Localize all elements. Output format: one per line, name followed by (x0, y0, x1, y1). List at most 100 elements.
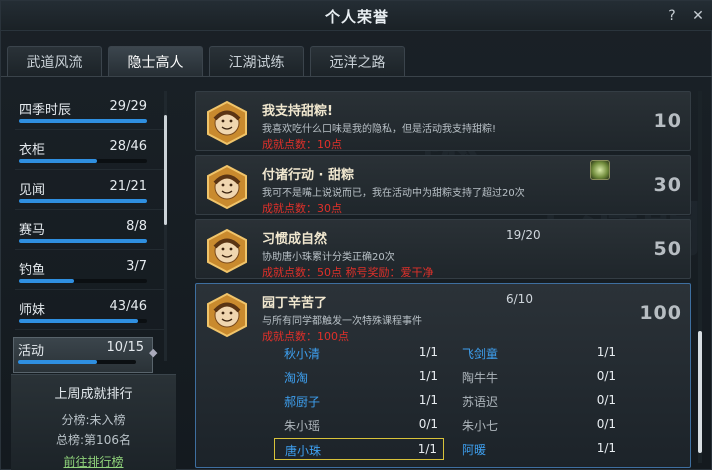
achievement-score: 100 (639, 302, 682, 324)
student-entry[interactable]: 郝厨子 1/1 (274, 390, 444, 412)
weekly-ranking-panel: 上周成就排行 分榜:未入榜 总榜:第106名 前往排行榜 (11, 374, 176, 470)
student-entry[interactable]: 阿暖 1/1 (452, 438, 622, 460)
ranking-sub: 分榜:未入榜 (61, 413, 126, 427)
category-item[interactable]: 衣柜 28/46 (15, 137, 165, 173)
help-button[interactable]: ? (663, 7, 681, 25)
achievement-score: 10 (653, 110, 682, 132)
student-value: 1/1 (417, 442, 437, 456)
student-name: 阿暖 (462, 443, 487, 457)
category-count: 21/21 (109, 179, 147, 194)
category-label: 赛马 (19, 223, 46, 238)
student-name: 唐小珠 (285, 444, 322, 458)
category-list: 四季时辰 29/29 衣柜 28/46 见闻 21/21 赛马 8/8 钓鱼 3… (7, 87, 177, 377)
category-progress (19, 199, 147, 203)
achievement-score: 30 (653, 174, 682, 196)
achievement-title: 我支持甜粽! (262, 104, 333, 119)
category-progress (18, 360, 136, 364)
achievement-points: 成就点数：50点 称号奖励：爱干净 (262, 266, 434, 279)
achievement-title: 付诸行动 · 甜粽 (262, 168, 354, 183)
tab-jianghu[interactable]: 江湖试练 (209, 46, 304, 76)
student-name: 飞剑童 (462, 347, 499, 361)
achievement-score: 50 (653, 238, 682, 260)
achievement-scrollbar[interactable] (698, 331, 702, 453)
student-name: 秋小清 (284, 347, 321, 361)
category-progress (19, 119, 147, 123)
student-value: 0/1 (418, 417, 438, 431)
student-entry[interactable]: 朱小七 0/1 (452, 414, 622, 436)
student-name: 淘淘 (284, 371, 309, 385)
category-item[interactable]: 见闻 21/21 (15, 177, 165, 213)
achievement-badge-icon (207, 164, 247, 210)
category-item[interactable]: 赛马 8/8 (15, 217, 165, 253)
honor-window: 隐 天涯明月刀 个人荣誉 ? ✕ 武道风流 隐士高人 江湖试练 远洋之路 四季时… (0, 0, 712, 470)
title-bar: 个人荣誉 ? ✕ (1, 1, 712, 31)
achievement-points: 成就点数：30点 (262, 202, 342, 215)
achievement-progress: 6/10 (506, 292, 533, 306)
category-label: 师妹 (19, 303, 46, 318)
achievement-points: 成就点数：10点 (262, 138, 342, 151)
student-value: 1/1 (418, 369, 438, 383)
category-progress (19, 319, 147, 323)
student-value: 1/1 (596, 441, 616, 455)
student-entry[interactable]: 淘淘 1/1 (274, 366, 444, 388)
category-scrollbar[interactable] (164, 115, 167, 225)
achievement-progress: 19/20 (506, 228, 541, 242)
student-value: 0/1 (596, 393, 616, 407)
category-label: 见闻 (19, 183, 46, 198)
category-item-selected[interactable]: 活动 10/15 (13, 337, 153, 373)
student-name: 陶牛牛 (462, 371, 499, 385)
achievement-title: 习惯成自然 (262, 232, 328, 247)
achievement-card[interactable]: 我支持甜粽! 我喜欢吃什么口味是我的隐私，但是活动我支持甜粽! 成就点数：10点… (195, 91, 691, 151)
achievement-list: 我支持甜粽! 我喜欢吃什么口味是我的隐私，但是活动我支持甜粽! 成就点数：10点… (191, 87, 711, 470)
achievement-desc: 我喜欢吃什么口味是我的隐私，但是活动我支持甜粽! (262, 124, 497, 135)
student-entry[interactable]: 唐小珠 1/1 (274, 438, 444, 460)
tab-yinshi[interactable]: 隐士高人 (108, 46, 203, 76)
category-label: 四季时辰 (19, 103, 72, 118)
tab-wudao[interactable]: 武道风流 (7, 46, 102, 76)
close-button[interactable]: ✕ (689, 7, 707, 25)
achievement-badge-icon (207, 292, 247, 338)
achievement-title: 园丁辛苦了 (262, 296, 328, 311)
student-name: 朱小瑶 (284, 419, 321, 433)
category-label: 活动 (18, 344, 45, 359)
achievement-card-expanded[interactable]: 园丁辛苦了 6/10 与所有同学都触发一次特殊课程事件 成就点数：100点 10… (195, 283, 691, 468)
category-count: 43/46 (109, 299, 147, 314)
category-progress (19, 159, 147, 163)
student-entry[interactable]: 苏语迟 0/1 (452, 390, 622, 412)
window-title: 个人荣誉 (324, 8, 389, 26)
category-count: 29/29 (109, 99, 147, 114)
student-name: 苏语迟 (462, 395, 499, 409)
achievement-badge-icon (207, 228, 247, 274)
achievement-card[interactable]: 习惯成自然 19/20 协助唐小珠累计分类正确20次 成就点数：50点 称号奖励… (195, 219, 691, 279)
student-entry[interactable]: 飞剑童 1/1 (452, 342, 622, 364)
category-progress (19, 239, 147, 243)
tab-bar: 武道风流 隐士高人 江湖试练 远洋之路 (7, 46, 405, 76)
student-value: 1/1 (418, 345, 438, 359)
student-entry[interactable]: 陶牛牛 0/1 (452, 366, 622, 388)
student-value: 1/1 (418, 393, 438, 407)
achievement-desc: 我可不是嘴上说说而已，我在活动中为甜粽支持了超过20次 (262, 188, 525, 199)
achievement-desc: 协助唐小珠累计分类正确20次 (262, 252, 395, 263)
ranking-total: 总榜:第106名 (56, 433, 131, 447)
category-count: 3/7 (126, 259, 147, 274)
achievement-reward: 称号奖励：爱干净 (345, 266, 434, 279)
category-item[interactable]: 钓鱼 3/7 (15, 257, 165, 293)
student-grid: 秋小清 1/1 飞剑童 1/1 淘淘 1/1 陶牛牛 0/1 郝厨子 1/1 苏语迟 0/1… (274, 342, 690, 470)
student-name: 朱小七 (462, 419, 499, 433)
reward-item-icon[interactable] (590, 160, 610, 180)
achievement-badge-icon (207, 100, 247, 146)
student-value: 1/1 (596, 345, 616, 359)
student-name: 郝厨子 (284, 395, 321, 409)
student-entry[interactable]: 秋小清 1/1 (274, 342, 444, 364)
category-item[interactable]: 四季时辰 29/29 (15, 97, 165, 133)
achievement-card[interactable]: 付诸行动 · 甜粽 我可不是嘴上说说而已，我在活动中为甜粽支持了超过20次 成就… (195, 155, 691, 215)
category-item[interactable]: 师妹 43/46 (15, 297, 165, 333)
category-count: 10/15 (106, 340, 144, 355)
tab-divider (1, 76, 712, 77)
student-value: 0/1 (596, 369, 616, 383)
tab-yuanyang[interactable]: 远洋之路 (310, 46, 405, 76)
student-value: 0/1 (596, 417, 616, 431)
student-entry[interactable]: 朱小瑶 0/1 (274, 414, 444, 436)
ranking-link[interactable]: 前往排行榜 (11, 453, 176, 470)
category-progress (19, 279, 147, 283)
